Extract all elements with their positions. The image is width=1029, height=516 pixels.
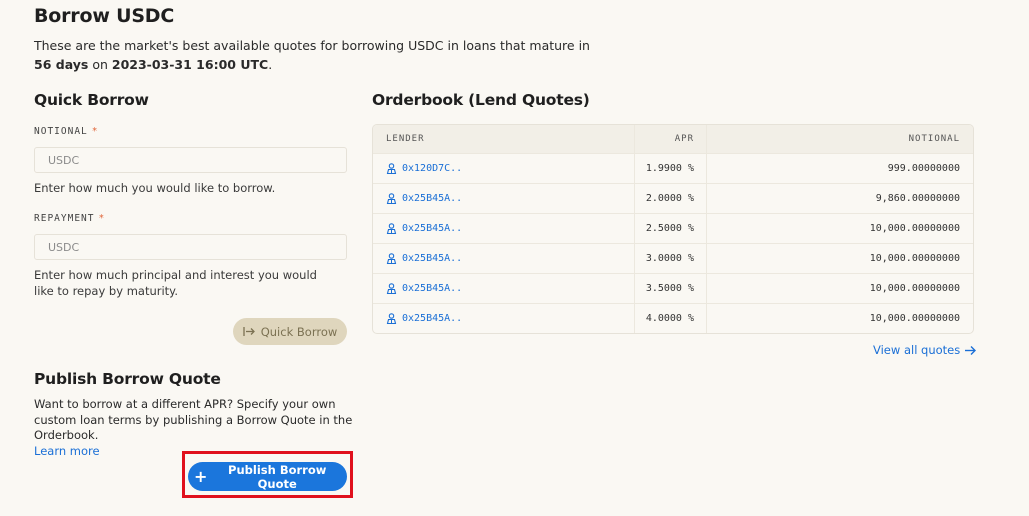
orderbook-title: Orderbook (Lend Quotes) (372, 91, 590, 109)
apr-cell: 1.9900 % (635, 154, 707, 183)
apr-cell: 3.5000 % (635, 274, 707, 303)
page-title: Borrow USDC (34, 5, 175, 27)
lender-address-link[interactable]: 0x120D7C.. (402, 163, 462, 174)
user-icon (386, 283, 397, 294)
user-icon (386, 253, 397, 264)
apr-cell: 4.0000 % (635, 304, 707, 333)
notional-cell: 10,000.00000000 (869, 283, 960, 294)
user-icon (386, 223, 397, 234)
lender-cell: 0x120D7C.. (373, 154, 635, 183)
lender-address-link[interactable]: 0x25B45A.. (402, 223, 462, 234)
user-icon (386, 163, 397, 174)
lender-cell: 0x25B45A.. (373, 214, 635, 243)
table-row[interactable]: 0x25B45A.. 2.0000 % 9,860.00000000 (373, 183, 973, 213)
publish-button-label: Publish Borrow Quote (228, 462, 327, 491)
lender-cell: 0x25B45A.. (373, 274, 635, 303)
quick-borrow-button-label: Quick Borrow (260, 324, 338, 339)
repayment-label: REPAYMENT * (34, 213, 106, 224)
notional-cell: 10,000.00000000 (869, 253, 960, 264)
orderbook-table: LENDER APR NOTIONAL 0x120D7C.. 1.9900 % 99… (372, 124, 974, 334)
lender-header[interactable]: LENDER (373, 125, 635, 153)
table-row[interactable]: 0x25B45A.. 3.5000 % 10,000.00000000 (373, 273, 973, 303)
notional-cell: 10,000.00000000 (869, 313, 960, 324)
notional-cell: 999.00000000 (887, 163, 960, 174)
publish-title: Publish Borrow Quote (34, 370, 221, 388)
lender-cell: 0x25B45A.. (373, 304, 635, 333)
lender-cell: 0x25B45A.. (373, 244, 635, 273)
table-header: LENDER APR NOTIONAL (373, 125, 973, 153)
page-intro: These are the market's best available qu… (34, 38, 590, 72)
quick-borrow-title: Quick Borrow (34, 91, 149, 109)
maturity-days: 56 days (34, 57, 89, 72)
table-row[interactable]: 0x25B45A.. 4.0000 % 10,000.00000000 (373, 303, 973, 333)
publish-description: Want to borrow at a different APR? Speci… (34, 397, 353, 458)
apr-cell: 2.0000 % (635, 184, 707, 213)
notional-help: Enter how much you would like to borrow. (34, 181, 276, 195)
publish-borrow-quote-button[interactable]: + Publish Borrow Quote (188, 462, 347, 491)
arrow-into-bar-icon (243, 327, 255, 336)
quick-borrow-button[interactable]: Quick Borrow (233, 318, 347, 345)
user-icon (386, 193, 397, 204)
arrow-right-icon (965, 345, 977, 355)
notional-header[interactable]: NOTIONAL (707, 134, 973, 144)
lender-address-link[interactable]: 0x25B45A.. (402, 253, 462, 264)
notional-cell: 10,000.00000000 (869, 223, 960, 234)
notional-input[interactable]: USDC (34, 147, 347, 173)
lender-address-link[interactable]: 0x25B45A.. (402, 313, 462, 324)
table-row[interactable]: 0x120D7C.. 1.9900 % 999.00000000 (373, 153, 973, 183)
notional-label: NOTIONAL * (34, 126, 99, 137)
apr-cell: 3.0000 % (635, 244, 707, 273)
view-all-quotes-link[interactable]: View all quotes (873, 343, 977, 357)
apr-header[interactable]: APR (635, 125, 707, 153)
table-row[interactable]: 0x25B45A.. 2.5000 % 10,000.00000000 (373, 213, 973, 243)
user-icon (386, 313, 397, 324)
apr-cell: 2.5000 % (635, 214, 707, 243)
repayment-help: Enter how much principal and interest yo… (34, 268, 317, 298)
lender-cell: 0x25B45A.. (373, 184, 635, 213)
lender-address-link[interactable]: 0x25B45A.. (402, 283, 462, 294)
repayment-input[interactable]: USDC (34, 234, 347, 260)
table-row[interactable]: 0x25B45A.. 3.0000 % 10,000.00000000 (373, 243, 973, 273)
lender-address-link[interactable]: 0x25B45A.. (402, 193, 462, 204)
notional-cell: 9,860.00000000 (875, 193, 960, 204)
maturity-date: 2023-03-31 16:00 UTC (111, 57, 269, 72)
plus-icon: + (194, 466, 208, 486)
